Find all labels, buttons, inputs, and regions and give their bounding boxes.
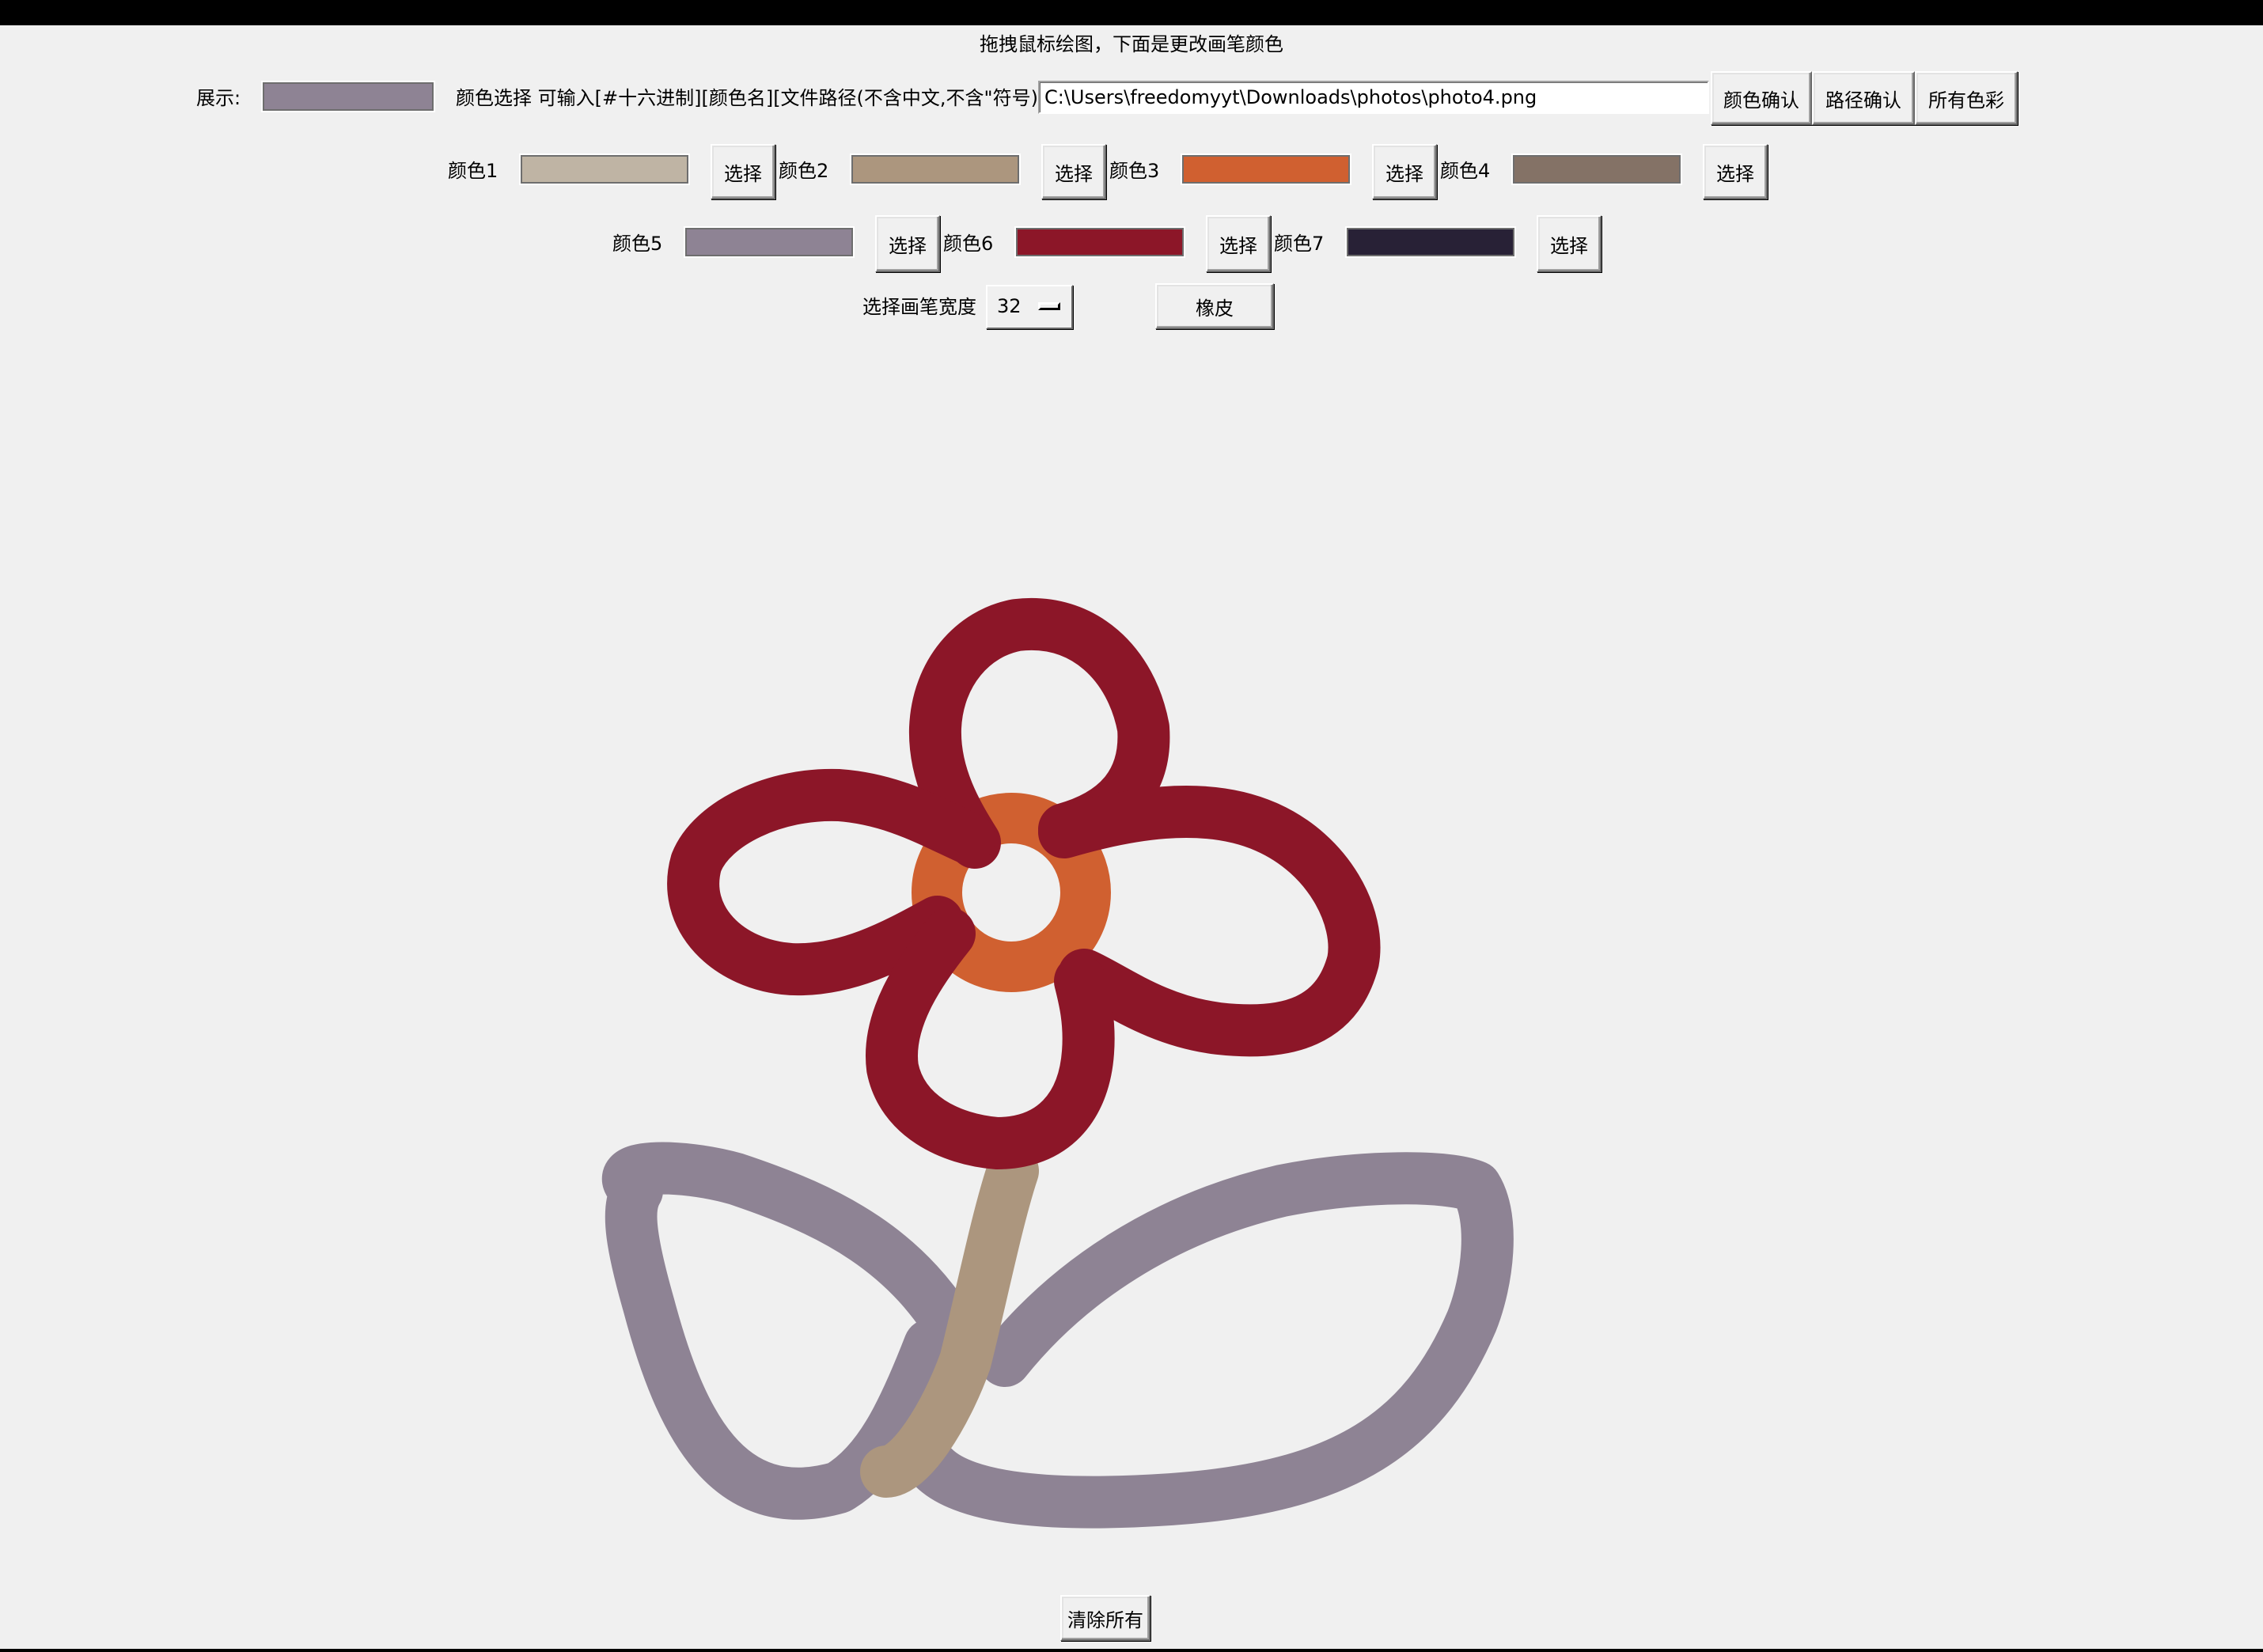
color-5-label: 颜色5 (612, 233, 663, 255)
color-2-label: 颜色2 (779, 160, 829, 182)
brush-width-dropdown[interactable]: 32 (986, 285, 1073, 329)
window-bottom-border (0, 1649, 2263, 1652)
color-7-select-button[interactable]: 选择 (1537, 215, 1602, 272)
color-3-label: 颜色3 (1109, 160, 1160, 182)
color-7-label: 颜色7 (1274, 233, 1325, 255)
display-label: 展示: (196, 87, 241, 109)
color-6-select-button[interactable]: 选择 (1206, 215, 1271, 272)
color-3-swatch (1181, 153, 1351, 185)
all-colors-button[interactable]: 所有色彩 (1915, 71, 2018, 125)
color-6-label: 颜色6 (943, 233, 994, 255)
brush-width-label: 选择画笔宽度 (862, 296, 976, 318)
instruction-text: 拖拽鼠标绘图，下面是更改画笔颜色 (980, 33, 1283, 55)
stem-stroke (860, 1145, 1039, 1498)
color-1-swatch (519, 153, 690, 185)
clear-all-button[interactable]: 清除所有 (1060, 1595, 1150, 1641)
color-2-swatch (850, 153, 1021, 185)
color-2-select-button[interactable]: 选择 (1041, 144, 1106, 199)
color-4-swatch (1511, 153, 1682, 185)
color-5-swatch (684, 226, 855, 258)
color-4-label: 颜色4 (1440, 160, 1491, 182)
dropdown-indicator-icon (1038, 302, 1060, 310)
brush-width-value: 32 (997, 295, 1022, 317)
color-select-label: 颜色选择 可输入[#十六进制][颜色名][文件路径(不含中文,不含"符号)] (456, 87, 1046, 109)
window-top-border (0, 0, 2263, 25)
color-7-swatch (1345, 226, 1516, 258)
color-3-select-button[interactable]: 选择 (1372, 144, 1437, 199)
color-4-select-button[interactable]: 选择 (1703, 144, 1768, 199)
eraser-button[interactable]: 橡皮 (1155, 283, 1274, 329)
confirm-path-button[interactable]: 路径确认 (1812, 71, 1915, 125)
color-1-select-button[interactable]: 选择 (711, 144, 775, 199)
drawing-canvas[interactable] (0, 340, 2263, 1574)
confirm-color-button[interactable]: 颜色确认 (1711, 71, 1812, 125)
color-6-swatch (1014, 226, 1185, 258)
color-path-input[interactable]: C:\Users\freedomyyt\Downloads\photos\pho… (1038, 81, 1709, 114)
display-color-swatch (261, 81, 435, 112)
color-5-select-button[interactable]: 选择 (875, 215, 940, 272)
color-1-label: 颜色1 (448, 160, 498, 182)
